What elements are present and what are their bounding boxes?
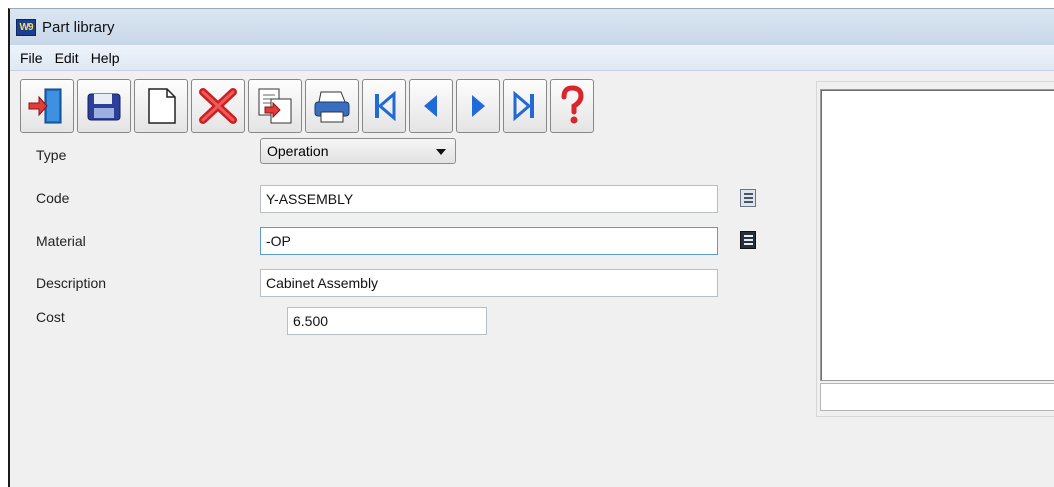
- exit-button[interactable]: [20, 79, 74, 133]
- new-button[interactable]: [134, 79, 188, 133]
- first-record-button[interactable]: [362, 79, 406, 133]
- code-label: Code: [36, 190, 70, 206]
- material-label: Material: [36, 233, 86, 249]
- material-lookup-button[interactable]: [740, 231, 756, 249]
- last-record-icon: [513, 90, 534, 122]
- menu-file[interactable]: File: [14, 50, 49, 66]
- exit-icon: [28, 88, 62, 124]
- list-icon: [743, 235, 753, 245]
- menu-edit[interactable]: Edit: [49, 50, 85, 66]
- title-bar: W9 Part library: [10, 9, 1054, 45]
- print-button[interactable]: [305, 79, 359, 133]
- preview-caption-field[interactable]: [820, 383, 1054, 411]
- help-button[interactable]: [550, 79, 594, 133]
- code-lookup-button[interactable]: [740, 189, 756, 207]
- menu-bar: File Edit Help: [10, 45, 1054, 71]
- cost-value: 6.500: [293, 313, 329, 329]
- first-record-icon: [375, 90, 396, 122]
- save-button[interactable]: [77, 79, 131, 133]
- cost-field[interactable]: 6.500: [287, 307, 487, 335]
- app-logo-icon: W9: [16, 18, 36, 36]
- list-icon: [743, 193, 753, 203]
- code-value: Y-ASSEMBLY: [266, 191, 354, 207]
- part-library-window: W9 Part library File Edit Help Type Oper…: [8, 8, 1054, 487]
- cost-label: Cost: [36, 309, 65, 325]
- print-icon: [314, 91, 350, 123]
- previous-record-icon: [424, 95, 437, 117]
- save-icon: [87, 93, 121, 121]
- previous-record-button[interactable]: [409, 79, 453, 133]
- last-record-button[interactable]: [503, 79, 547, 133]
- menu-help[interactable]: Help: [85, 50, 126, 66]
- chevron-down-icon: [436, 149, 446, 155]
- type-label: Type: [36, 147, 67, 163]
- copy-icon: [258, 88, 292, 124]
- code-field[interactable]: Y-ASSEMBLY: [260, 185, 718, 213]
- next-record-button[interactable]: [456, 79, 500, 133]
- toolbar: [20, 79, 594, 135]
- type-select-value: Operation: [267, 143, 329, 159]
- description-label: Description: [36, 275, 107, 291]
- window-title: Part library: [42, 18, 115, 36]
- copy-button[interactable]: [248, 79, 302, 133]
- help-icon: [561, 85, 584, 124]
- new-icon: [148, 88, 176, 124]
- type-select[interactable]: Operation: [260, 138, 456, 164]
- description-value: Cabinet Assembly: [266, 275, 379, 291]
- material-value: -OP: [266, 233, 291, 249]
- delete-icon: [199, 88, 237, 124]
- preview-pane: [820, 89, 1054, 381]
- next-record-icon: [472, 95, 485, 117]
- description-field[interactable]: Cabinet Assembly: [260, 269, 718, 297]
- delete-button[interactable]: [191, 79, 245, 133]
- material-field[interactable]: -OP: [260, 227, 718, 255]
